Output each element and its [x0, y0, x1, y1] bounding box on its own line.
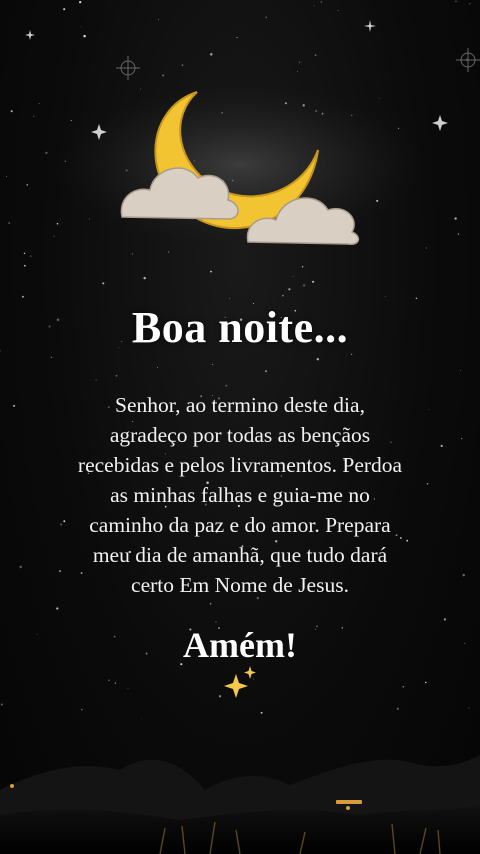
star — [95, 379, 97, 381]
star — [0, 703, 3, 706]
sparkles-icon — [224, 666, 256, 698]
star — [181, 64, 184, 66]
star — [302, 284, 306, 287]
star — [424, 681, 427, 684]
star — [5, 176, 8, 178]
prayer-line: certo Em Nome de Jesus. — [131, 573, 349, 597]
prayer-line: Senhor, ao termino deste dia, — [115, 393, 365, 417]
star — [212, 364, 214, 366]
star — [70, 119, 72, 122]
star — [143, 276, 146, 280]
star — [229, 298, 230, 300]
star — [26, 184, 29, 186]
star — [79, 0, 82, 4]
star — [33, 115, 35, 117]
star — [457, 233, 460, 235]
prayer-line: as minhas falhas e guia-me no — [110, 483, 370, 507]
star — [114, 682, 117, 684]
star — [425, 247, 428, 249]
star — [131, 253, 134, 255]
star — [378, 97, 381, 99]
star — [56, 222, 59, 225]
prayer-line: recebidas e pelos livramentos. Perdoa — [77, 453, 403, 477]
star — [288, 288, 291, 291]
star — [209, 602, 212, 605]
star — [30, 255, 32, 257]
prayer-line: agradeço por todas as bençãos — [109, 423, 371, 447]
star — [13, 404, 16, 407]
star — [298, 61, 301, 63]
star — [337, 9, 339, 12]
star — [108, 679, 110, 682]
star — [260, 711, 263, 714]
star — [402, 686, 405, 688]
star — [140, 88, 142, 90]
mountain-silhouette — [0, 755, 480, 854]
star — [140, 718, 142, 720]
star — [314, 54, 317, 56]
star — [265, 16, 267, 18]
star — [53, 235, 55, 237]
page-title: Boa noite... — [131, 303, 349, 352]
star — [292, 276, 294, 278]
star — [350, 353, 353, 355]
star — [127, 688, 129, 690]
star — [460, 369, 462, 371]
star — [384, 296, 386, 298]
star — [23, 264, 26, 267]
star — [115, 374, 118, 377]
star — [8, 222, 11, 225]
star — [415, 297, 418, 299]
prayer-text: Senhor, ao termino deste dia, agradeço p… — [34, 390, 446, 600]
star — [21, 295, 24, 298]
star — [312, 280, 315, 283]
star — [320, 1, 322, 3]
star — [158, 19, 160, 21]
star — [10, 110, 13, 113]
star — [45, 151, 48, 155]
star — [23, 252, 26, 255]
star — [19, 565, 22, 569]
star — [469, 3, 471, 5]
star — [460, 437, 463, 440]
star — [316, 357, 320, 361]
star — [396, 707, 399, 710]
star — [443, 618, 446, 621]
star — [210, 270, 212, 273]
star — [83, 34, 86, 38]
star — [63, 8, 66, 11]
star — [462, 573, 465, 577]
star — [80, 26, 82, 28]
star — [455, 0, 457, 2]
star — [313, 5, 315, 7]
prayer-line: meu dia de amanhã, que tudo dará — [92, 543, 388, 567]
star — [56, 607, 59, 610]
star — [282, 295, 284, 297]
star — [168, 251, 170, 253]
star — [162, 74, 165, 77]
star — [215, 621, 217, 623]
star — [301, 266, 304, 268]
prayer-line: caminho da paz e do amor. Prepara — [89, 513, 391, 537]
star — [102, 282, 105, 285]
closing-text: Amém! — [183, 625, 297, 665]
star — [50, 356, 53, 359]
star — [468, 707, 470, 709]
star — [454, 217, 457, 220]
star — [156, 367, 158, 368]
star — [264, 370, 268, 373]
star — [88, 218, 90, 220]
star — [225, 384, 228, 387]
star — [236, 36, 238, 39]
star — [210, 53, 213, 56]
star — [296, 71, 298, 73]
crosshair-star-icon — [116, 48, 480, 80]
star — [38, 103, 40, 105]
star — [81, 708, 83, 711]
